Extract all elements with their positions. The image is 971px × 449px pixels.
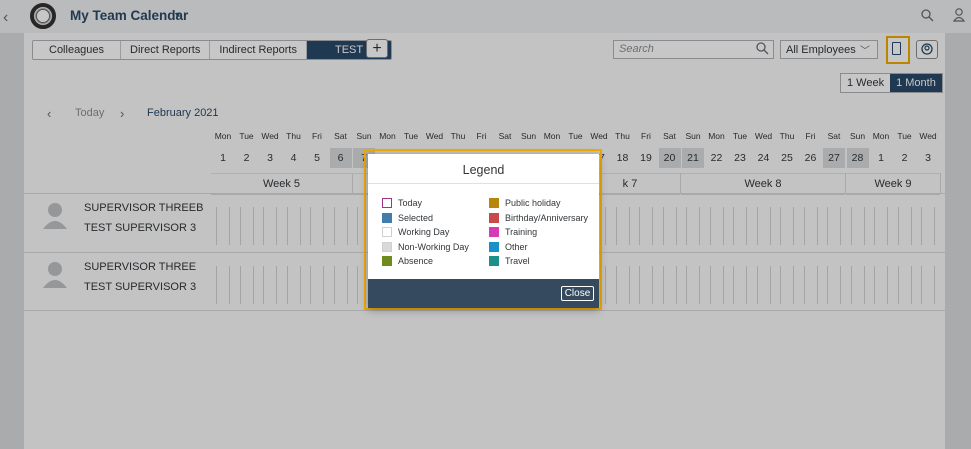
close-button[interactable]: Close: [561, 286, 594, 301]
legend-swatch: [382, 256, 392, 266]
legend-label: Today: [398, 198, 423, 208]
legend-swatch: [489, 212, 499, 223]
legend-label: Birthday/Anniversary: [505, 212, 589, 223]
legend-label: Other: [505, 241, 528, 252]
legend-swatch: [489, 241, 499, 252]
legend-swatch: [382, 241, 392, 252]
legend-label: Training: [505, 227, 538, 237]
dialog-divider: [368, 183, 599, 184]
legend-swatch: [489, 256, 499, 266]
legend-label: Working Day: [398, 227, 450, 237]
legend-label: Public holiday: [505, 198, 561, 208]
legend-swatch: [489, 227, 499, 237]
legend-title: Legend: [462, 163, 505, 177]
legend-label: Selected: [398, 212, 434, 223]
legend-label: Travel: [505, 256, 530, 266]
legend-swatch: [382, 227, 392, 237]
legend-swatch: [382, 198, 392, 208]
legend-label: Non-Working Day: [398, 241, 469, 252]
legend-swatch: [382, 212, 392, 223]
legend-label: Absence: [398, 256, 434, 266]
legend-swatch: [489, 198, 499, 208]
